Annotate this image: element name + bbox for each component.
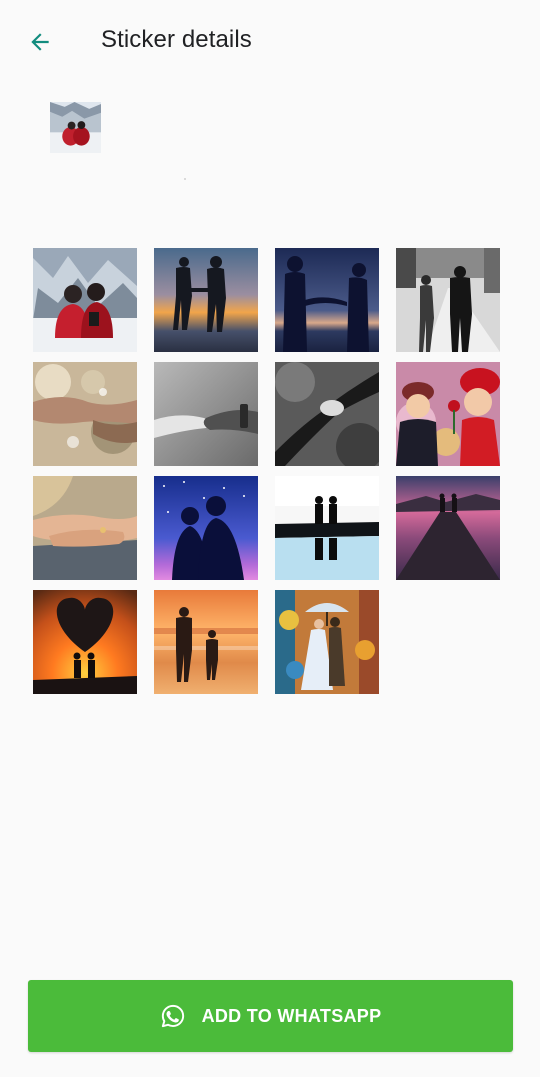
sticker-couple-starry-night[interactable] xyxy=(154,476,258,580)
sticker-couple-walking-street[interactable] xyxy=(396,248,500,352)
sticker-couple-beach-sunset[interactable] xyxy=(154,590,258,694)
sticker-pack-tray-icon xyxy=(50,102,101,153)
whatsapp-icon xyxy=(161,1004,184,1028)
sticker-couple-umbrella-painting[interactable] xyxy=(275,590,379,694)
sticker-couple-in-snow[interactable] xyxy=(33,248,137,352)
sticker-grid xyxy=(33,248,501,694)
divider-dot xyxy=(184,178,186,180)
sticker-couple-silhouette-sunset[interactable] xyxy=(154,248,258,352)
page-title: Sticker details xyxy=(101,26,252,53)
sticker-hands-touching-grayscale[interactable] xyxy=(154,362,258,466)
sticker-hands-sparkles[interactable] xyxy=(33,362,137,466)
add-to-whatsapp-label: ADD TO WHATSAPP xyxy=(201,1005,382,1026)
sticker-details-screen: Sticker details ADD TO WHATSAPP xyxy=(0,0,540,1077)
sticker-couple-holding-hands-dusk[interactable] xyxy=(275,248,379,352)
sticker-couple-on-pier[interactable] xyxy=(396,476,500,580)
add-to-whatsapp-button[interactable]: ADD TO WHATSAPP xyxy=(28,980,513,1052)
sticker-couple-reflection-water[interactable] xyxy=(275,476,379,580)
toolbar: Sticker details xyxy=(0,0,540,84)
sticker-heart-tree-sunset[interactable] xyxy=(33,590,137,694)
sticker-kids-with-rose[interactable] xyxy=(396,362,500,466)
sticker-hands-clasped[interactable] xyxy=(33,476,137,580)
sticker-hands-holding-grayscale[interactable] xyxy=(275,362,379,466)
arrow-back-icon xyxy=(31,33,49,51)
back-button[interactable] xyxy=(20,24,60,60)
